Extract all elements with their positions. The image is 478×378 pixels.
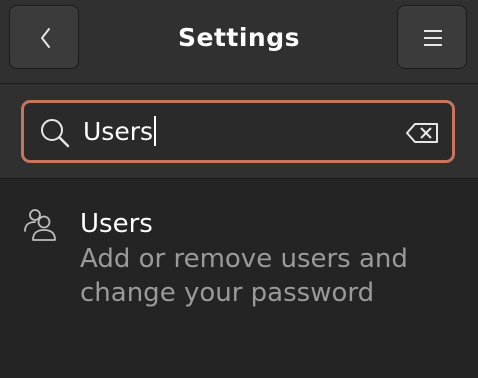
back-button[interactable]: [9, 5, 79, 69]
list-item[interactable]: Users Add or remove users and change you…: [0, 180, 478, 320]
backspace-clear-icon[interactable]: [406, 122, 440, 144]
search-bar: Users: [0, 84, 478, 179]
search-value-text: Users: [83, 117, 154, 146]
search-input[interactable]: Users: [21, 100, 455, 163]
search-value[interactable]: Users: [83, 103, 157, 160]
text-caret: [154, 116, 157, 146]
search-icon: [41, 119, 70, 148]
search-results-list: Users Add or remove users and change you…: [0, 180, 478, 378]
header-bar: Settings: [0, 0, 478, 84]
hamburger-menu-icon: [424, 30, 442, 46]
chevron-left-icon: [41, 28, 50, 48]
main-menu-button[interactable]: [397, 5, 467, 69]
users-icon: [24, 209, 56, 241]
result-title: Users: [80, 209, 153, 239]
result-description: Add or remove users and change your pass…: [80, 244, 408, 308]
